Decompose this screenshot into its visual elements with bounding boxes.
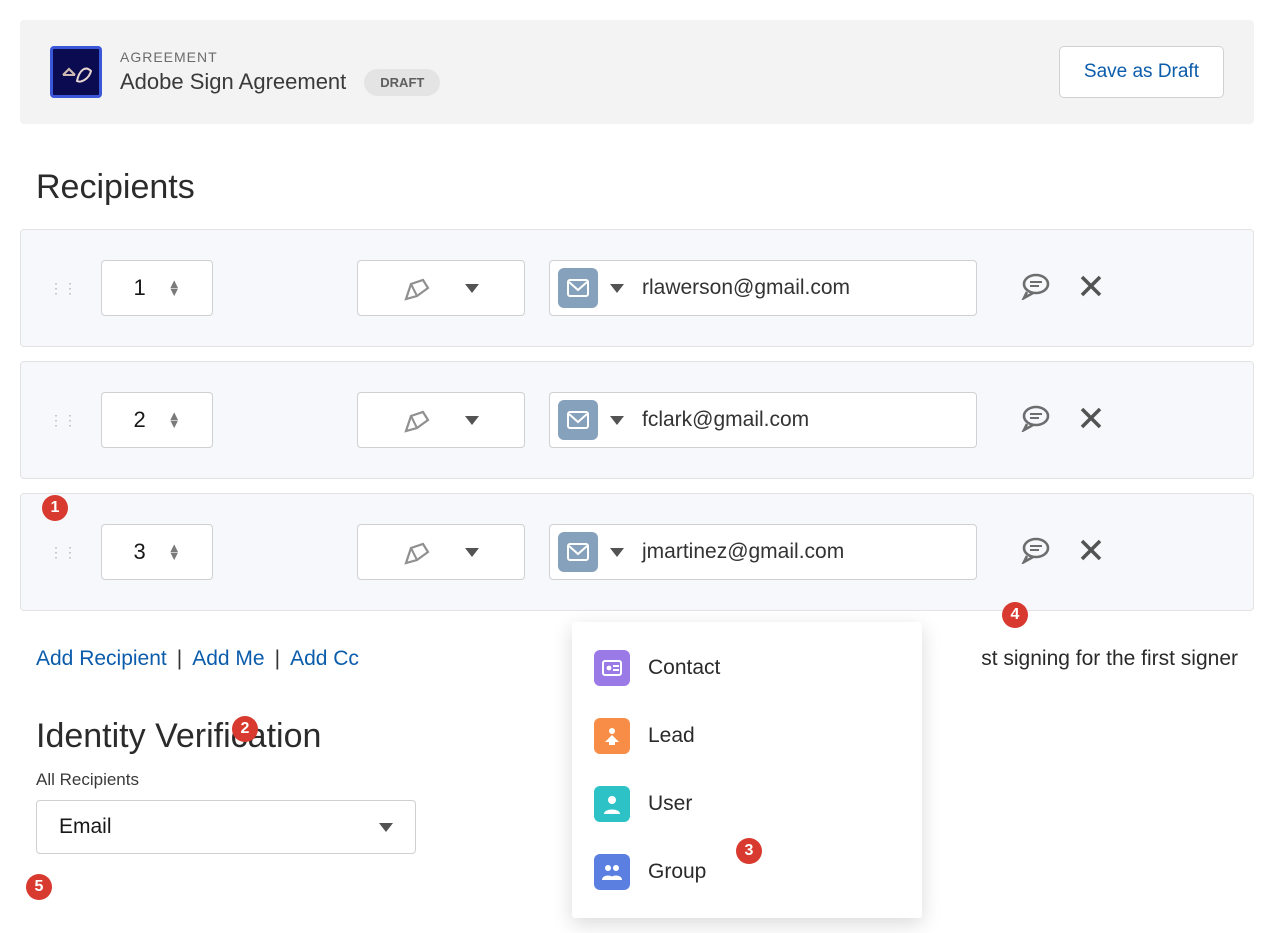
recipient-type-selector[interactable]: rlawerson@gmail.com [549,260,977,316]
dropdown-item-contact[interactable]: Contact [572,634,922,702]
stepper-icon: ▲▼ [168,412,181,428]
dropdown-item-label: Group [648,860,706,884]
signer-pen-icon [403,538,433,566]
chevron-down-icon [610,548,624,557]
recipient-row: ⋮⋮ 2 ▲▼ fclark@gmail.com [20,361,1254,479]
dropdown-item-label: Contact [648,656,720,680]
message-icon[interactable] [1021,272,1051,305]
identity-verification-select[interactable]: Email [36,800,416,854]
drag-handle-icon[interactable]: ⋮⋮ [49,280,77,297]
chevron-down-icon [610,416,624,425]
stepper-icon: ▲▼ [168,280,181,296]
drag-handle-icon[interactable]: ⋮⋮ [49,412,77,429]
role-selector[interactable] [357,392,525,448]
chevron-down-icon [379,823,393,832]
agreement-icon [50,46,102,98]
role-selector[interactable] [357,260,525,316]
message-icon[interactable] [1021,404,1051,437]
close-icon[interactable] [1079,274,1103,303]
separator: | [275,647,280,671]
stepper-icon: ▲▼ [168,544,181,560]
add-cc-link[interactable]: Add Cc [290,647,359,671]
close-icon[interactable] [1079,538,1103,567]
recipients-list: ⋮⋮ 1 ▲▼ rlawerson@gmail.com [20,229,1254,617]
save-draft-button[interactable]: Save as Draft [1059,46,1224,98]
recipient-type-dropdown: Contact Lead User Group [572,622,922,918]
contact-icon [594,650,630,686]
order-stepper[interactable]: 1 ▲▼ [101,260,213,316]
signer-pen-icon [403,274,433,302]
callout-badge-3: 3 [736,838,762,864]
message-icon[interactable] [1021,536,1051,569]
order-number: 2 [133,407,145,433]
dropdown-item-label: Lead [648,724,695,748]
header-text: AGREEMENT Adobe Sign Agreement DRAFT [120,49,440,96]
dropdown-item-label: User [648,792,692,816]
close-icon[interactable] [1079,406,1103,435]
user-icon [594,786,630,822]
signer-pen-icon [403,406,433,434]
recipient-email: fclark@gmail.com [642,408,809,432]
order-stepper[interactable]: 2 ▲▼ [101,392,213,448]
role-selector[interactable] [357,524,525,580]
lead-icon [594,718,630,754]
status-badge: DRAFT [364,69,440,96]
separator: | [177,647,182,671]
drag-handle-icon[interactable]: ⋮⋮ [49,544,77,561]
callout-badge-5: 5 [26,874,52,900]
recipient-type-selector[interactable]: jmartinez@gmail.com [549,524,977,580]
chevron-down-icon [465,548,479,557]
email-type-icon [558,400,598,440]
chevron-down-icon [465,284,479,293]
header-title-row: Adobe Sign Agreement DRAFT [120,69,440,96]
dropdown-item-lead[interactable]: Lead [572,702,922,770]
page-title: Adobe Sign Agreement [120,69,346,95]
add-me-link[interactable]: Add Me [192,647,264,671]
recipient-type-selector[interactable]: fclark@gmail.com [549,392,977,448]
recipients-section-title: Recipients [36,168,1254,207]
order-number: 1 [133,275,145,301]
group-icon [594,854,630,890]
header-left: AGREEMENT Adobe Sign Agreement DRAFT [50,46,440,98]
chevron-down-icon [465,416,479,425]
page-root: AGREEMENT Adobe Sign Agreement DRAFT Sav… [0,0,1274,874]
email-type-icon [558,268,598,308]
recipient-row: ⋮⋮ 3 ▲▼ jmartinez@gmail.com [20,493,1254,611]
header-eyebrow: AGREEMENT [120,49,440,65]
chevron-down-icon [610,284,624,293]
dropdown-item-user[interactable]: User [572,770,922,838]
recipient-email: jmartinez@gmail.com [642,540,844,564]
order-number: 3 [133,539,145,565]
host-signing-text: st signing for the first signer [981,647,1238,671]
recipient-email: rlawerson@gmail.com [642,276,850,300]
callout-badge-4: 4 [1002,602,1028,628]
header-card: AGREEMENT Adobe Sign Agreement DRAFT Sav… [20,20,1254,124]
callout-badge-2: 2 [232,716,258,742]
recipient-row: ⋮⋮ 1 ▲▼ rlawerson@gmail.com [20,229,1254,347]
email-type-icon [558,532,598,572]
identity-select-value: Email [59,815,112,839]
order-stepper[interactable]: 3 ▲▼ [101,524,213,580]
add-recipient-link[interactable]: Add Recipient [36,647,167,671]
callout-badge-1: 1 [42,495,68,521]
